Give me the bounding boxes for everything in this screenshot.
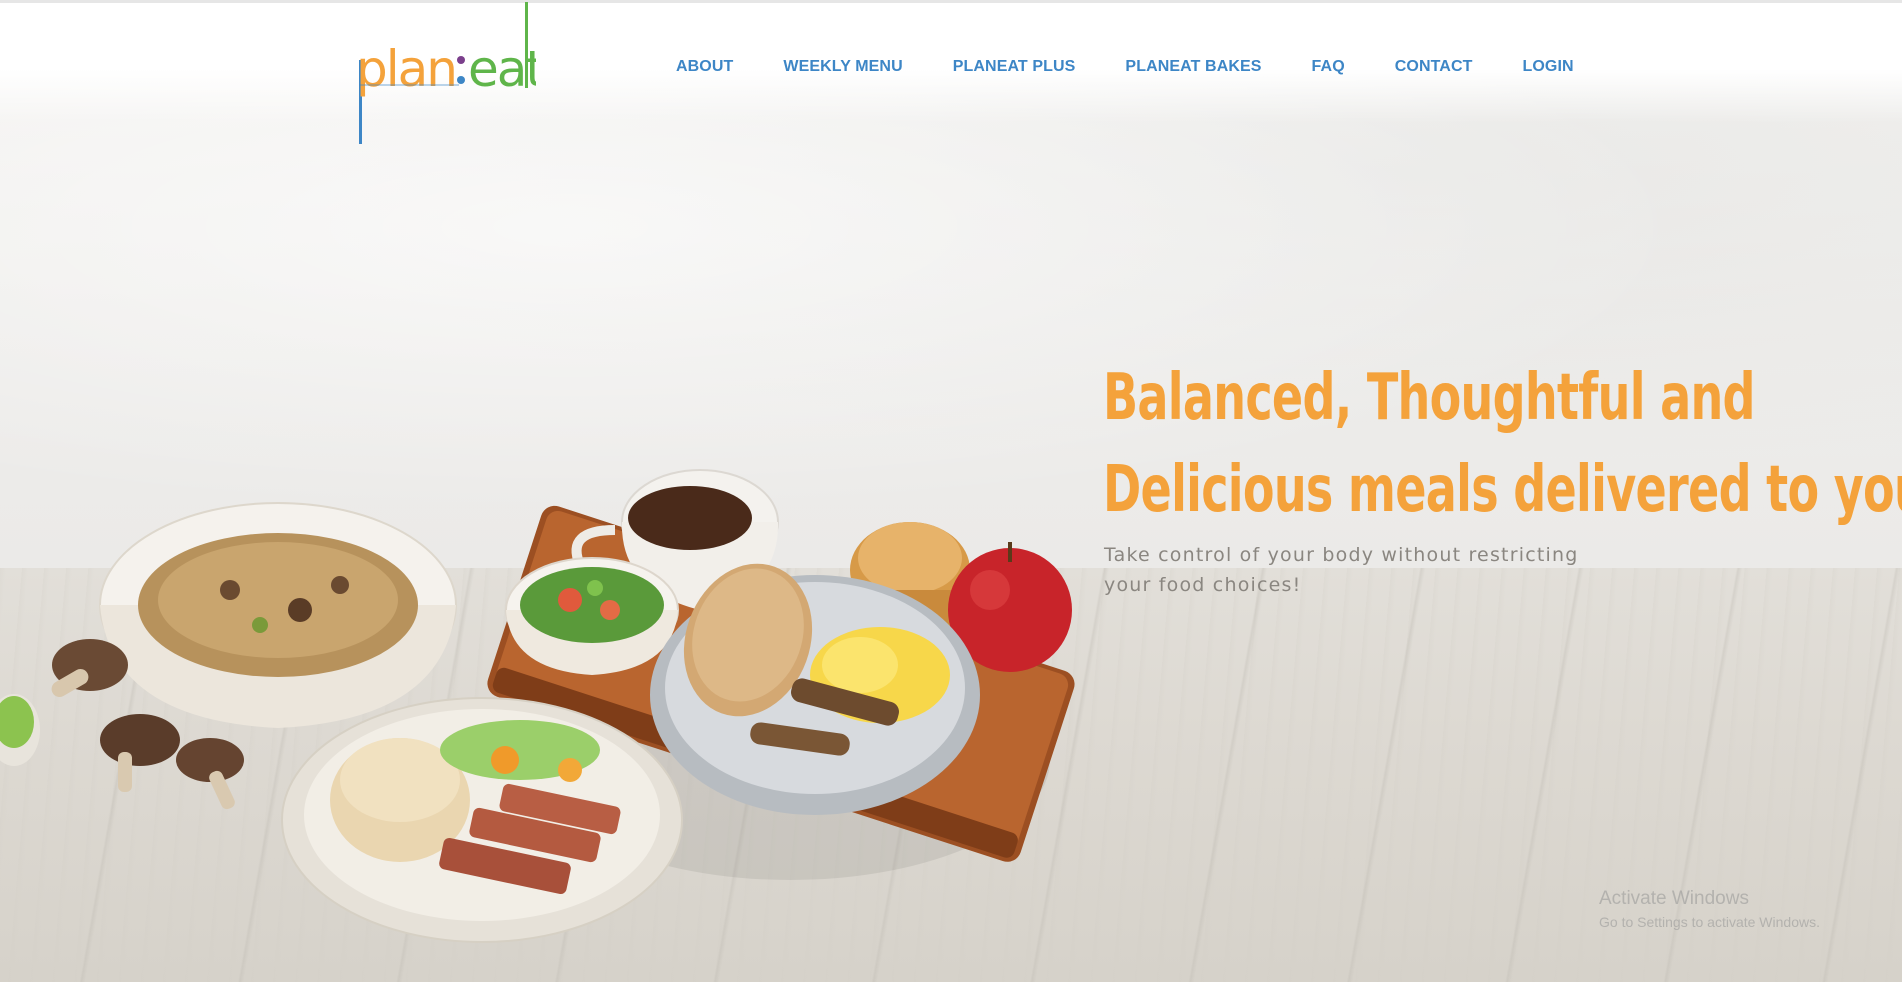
hero-subtitle: Take control of your body without restri… [1104, 544, 1579, 596]
main-nav: ABOUT WEEKLY MENU PLANEAT PLUS PLANEAT B… [676, 58, 1574, 76]
hero-food-image [0, 469, 1075, 943]
nav-about[interactable]: ABOUT [676, 58, 733, 76]
nav-login[interactable]: LOGIN [1522, 58, 1573, 76]
planeat-logo-mark: plan eat [356, 2, 546, 144]
nav-weekly-menu[interactable]: WEEKLY MENU [783, 58, 902, 76]
hero-headline: Balanced, Thoughtful and Delicious meals… [1103, 352, 1902, 536]
watermark-subtitle: Go to Settings to activate Windows. [1599, 914, 1820, 930]
windows-activation-watermark: Activate Windows Go to Settings to activ… [1599, 888, 1820, 930]
hero-headline-line-1: Balanced, Thoughtful and [1103, 361, 1756, 435]
nav-contact[interactable]: CONTACT [1395, 58, 1473, 76]
nav-planeat-plus[interactable]: PLANEAT PLUS [953, 58, 1076, 76]
planeat-logo[interactable]: plan eat [356, 2, 546, 144]
nav-planeat-bakes[interactable]: PLANEAT BAKES [1125, 58, 1261, 76]
hero-headline-line-2: Delicious meals delivered to you! [1103, 453, 1902, 527]
watermark-title: Activate Windows [1599, 888, 1749, 909]
svg-text:plan: plan [356, 40, 456, 98]
svg-text:eat: eat [468, 40, 536, 98]
nav-faq[interactable]: FAQ [1312, 58, 1345, 76]
